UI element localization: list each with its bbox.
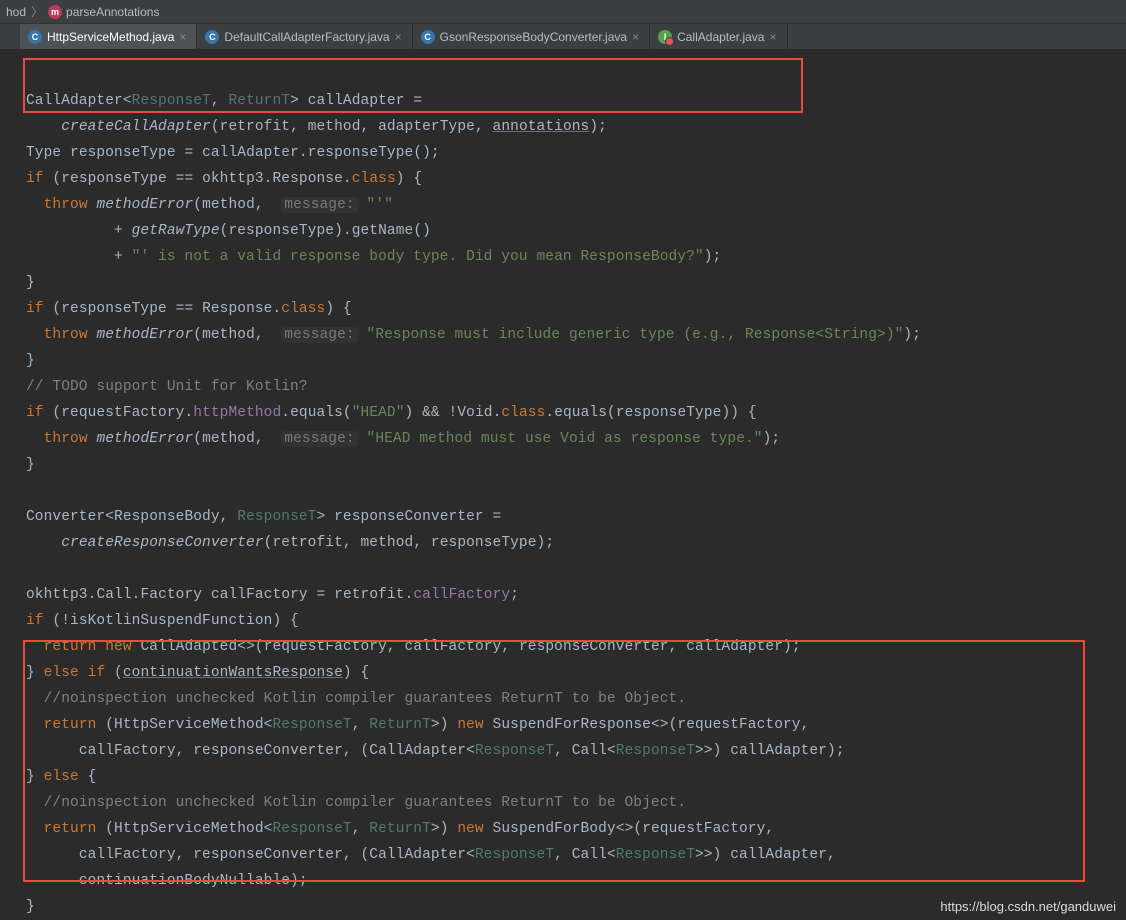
editor-tabs: C HttpServiceMethod.java × C DefaultCallAdap… [0,24,1126,50]
breadcrumb: hod 〉 m parseAnnotations [0,0,1126,24]
editor-tab[interactable]: C GsonResponseBodyConverter.java × [413,24,650,49]
file-icon: C [421,30,435,44]
tab-label: GsonResponseBodyConverter.java [440,30,627,44]
file-icon: C [205,30,219,44]
file-icon: I [658,30,672,44]
tab-label: DefaultCallAdapterFactory.java [224,30,389,44]
breadcrumb-item[interactable]: hod [6,5,26,19]
close-icon[interactable]: × [632,30,639,44]
editor-tab[interactable]: C DefaultCallAdapterFactory.java × [197,24,412,49]
breadcrumb-item[interactable]: parseAnnotations [66,5,159,19]
code-editor[interactable]: CallAdapter<ResponseT, ReturnT> callAdap… [0,50,1126,920]
tab-label: CallAdapter.java [677,30,764,44]
breadcrumb-separator: 〉 [31,3,43,20]
method-icon: m [48,5,62,19]
tab-label: HttpServiceMethod.java [47,30,174,44]
close-icon[interactable]: × [769,30,776,44]
close-icon[interactable]: × [395,30,402,44]
file-icon: C [28,30,42,44]
watermark: https://blog.csdn.net/ganduwei [940,899,1116,914]
editor-tab[interactable]: C HttpServiceMethod.java × [20,24,197,49]
close-icon[interactable]: × [179,30,186,44]
editor-tab[interactable]: I CallAdapter.java × [650,24,787,49]
